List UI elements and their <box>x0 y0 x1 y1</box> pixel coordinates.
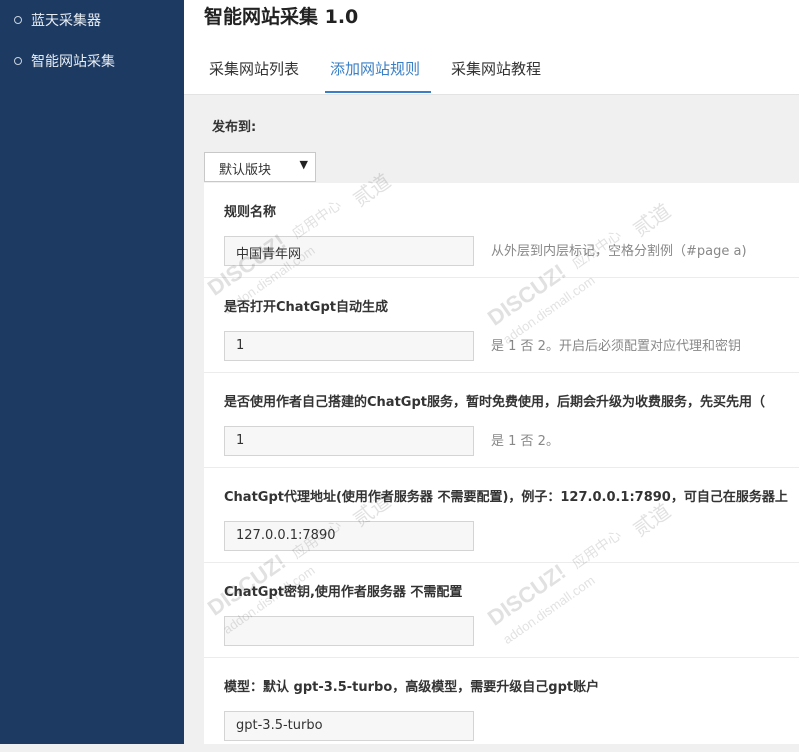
active-tab-indicator <box>325 91 431 93</box>
sidebar-item-label: 蓝天采集器 <box>31 13 101 29</box>
sidebar-item-lantian-collector[interactable]: 蓝天采集器 <box>14 10 101 30</box>
publish-label: 发布到: <box>212 120 257 135</box>
form-row-author-service: 是否使用作者自己搭建的ChatGpt服务，暂时免费使用，后期会升级为收费服务，先… <box>204 373 799 468</box>
field-hint: 从外层到内层标记，空格分割例（#page a) <box>491 244 747 259</box>
form-row-model: 模型：默认 gpt-3.5-turbo，高级模型，需要升级自己gpt账户 gpt… <box>204 658 799 752</box>
field-hint: 是 1 否 2。 <box>491 434 559 449</box>
main-panel: 智能网站采集 1.0 采集网站列表 添加网站规则 采集网站教程 发布到: 默认版… <box>184 0 799 744</box>
field-label: ChatGpt代理地址(使用作者服务器 不需要配置)，例子：127.0.0.1:… <box>224 490 788 505</box>
form-row-api-key: ChatGpt密钥,使用作者服务器 不需配置 <box>204 563 799 658</box>
author-service-input[interactable]: 1 <box>224 426 474 456</box>
proxy-address-input[interactable]: 127.0.0.1:7890 <box>224 521 474 551</box>
form-row-rule-name: 规则名称 中国青年网 从外层到内层标记，空格分割例（#page a) <box>204 183 799 278</box>
api-key-input[interactable] <box>224 616 474 646</box>
tab-site-tutorial[interactable]: 采集网站教程 <box>451 58 541 79</box>
sidebar: 蓝天采集器 智能网站采集 <box>0 0 184 744</box>
form-row-proxy-address: ChatGpt代理地址(使用作者服务器 不需要配置)，例子：127.0.0.1:… <box>204 468 799 563</box>
circle-bullet-icon <box>14 57 22 65</box>
publish-select-value: 默认版块 <box>219 163 272 178</box>
model-input[interactable]: gpt-3.5-turbo <box>224 711 474 741</box>
sidebar-item-label: 智能网站采集 <box>31 54 115 70</box>
sidebar-item-smart-site-collect[interactable]: 智能网站采集 <box>14 51 115 71</box>
field-label: 是否使用作者自己搭建的ChatGpt服务，暂时免费使用，后期会升级为收费服务，先… <box>224 395 765 410</box>
tab-add-site-rule[interactable]: 添加网站规则 <box>330 58 420 79</box>
field-hint: 是 1 否 2。开启后必须配置对应代理和密钥 <box>491 339 741 354</box>
page-title: 智能网站采集 1.0 <box>204 6 359 28</box>
header: 智能网站采集 1.0 采集网站列表 添加网站规则 采集网站教程 <box>184 0 799 95</box>
rule-name-input[interactable]: 中国青年网 <box>224 236 474 266</box>
tab-site-list[interactable]: 采集网站列表 <box>209 58 299 79</box>
field-label: 是否打开ChatGpt自动生成 <box>224 300 388 315</box>
field-label: 模型：默认 gpt-3.5-turbo，高级模型，需要升级自己gpt账户 <box>224 680 600 695</box>
chatgpt-enable-input[interactable]: 1 <box>224 331 474 361</box>
rule-form: 规则名称 中国青年网 从外层到内层标记，空格分割例（#page a) 是否打开C… <box>204 183 799 744</box>
publish-board-select[interactable]: 默认版块 ▼ <box>204 152 316 182</box>
form-row-chatgpt-enable: 是否打开ChatGpt自动生成 1 是 1 否 2。开启后必须配置对应代理和密钥 <box>204 278 799 373</box>
field-label: 规则名称 <box>224 205 277 220</box>
field-label: ChatGpt密钥,使用作者服务器 不需配置 <box>224 585 463 600</box>
circle-bullet-icon <box>14 16 22 24</box>
chevron-down-icon: ▼ <box>299 158 308 171</box>
